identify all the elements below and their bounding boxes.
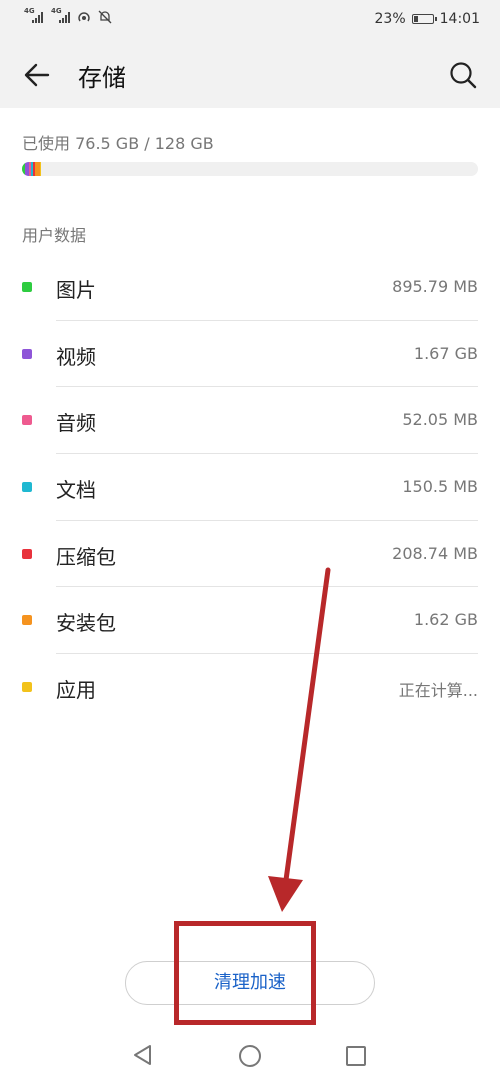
hotspot-icon — [78, 12, 90, 22]
storage-usage-bar — [22, 162, 478, 176]
search-button[interactable] — [446, 58, 480, 92]
nav-recent-icon[interactable] — [346, 1046, 366, 1066]
category-color-dot — [22, 615, 32, 626]
nav-home-icon[interactable] — [239, 1045, 261, 1067]
category-label: 视频 — [56, 344, 96, 369]
section-title-user-data: 用户数据 — [22, 226, 87, 245]
navigation-bar — [0, 1028, 500, 1084]
usage-segment — [39, 162, 42, 176]
category-size: 1.67 GB — [413, 343, 478, 363]
list-item[interactable]: 安装包 1.62 GB — [0, 587, 500, 655]
signal-2-icon: 4G — [51, 7, 70, 23]
arrow-left-icon — [24, 63, 50, 87]
category-color-dot — [22, 282, 32, 292]
list-item[interactable]: 压缩包 208.74 MB — [0, 521, 500, 588]
category-label: 压缩包 — [56, 544, 116, 569]
category-label: 音频 — [56, 411, 96, 436]
search-icon — [450, 62, 477, 89]
status-bar: 4G 4G 23% 14:01 — [0, 0, 500, 40]
signal-1-label: 4G — [24, 7, 35, 15]
battery-icon — [411, 14, 437, 24]
status-icons-right: 23% 14:01 — [375, 11, 480, 27]
clock: 14:01 — [439, 11, 480, 27]
title-bar: 存储 — [0, 40, 500, 108]
list-item[interactable]: 图片 895.79 MB — [0, 254, 500, 321]
list-item[interactable]: 文档 150.5 MB — [0, 454, 500, 521]
category-size: 正在计算... — [398, 681, 478, 701]
category-color-dot — [22, 548, 32, 559]
list-item[interactable]: 应用 正在计算... — [0, 654, 500, 721]
category-size: 52.05 MB — [402, 410, 478, 430]
mute-bell-icon — [98, 10, 112, 24]
category-size: 208.74 MB — [392, 543, 478, 563]
category-color-dot — [22, 348, 32, 359]
nav-back-icon[interactable] — [132, 1044, 154, 1066]
category-label: 图片 — [56, 278, 96, 302]
page-title: 存储 — [78, 64, 126, 92]
category-color-dot — [22, 482, 32, 493]
category-color-dot — [22, 682, 32, 693]
storage-category-list: 图片 895.79 MB 视频 1.67 GB 音频 52.05 MB 文档 150.5 MB… — [0, 254, 500, 721]
list-item[interactable]: 视频 1.67 GB — [0, 321, 500, 388]
category-label: 应用 — [56, 678, 96, 703]
category-color-dot — [22, 415, 32, 426]
category-label: 安装包 — [56, 611, 116, 636]
annotation-highlight-box — [174, 921, 316, 1025]
signal-2-label: 4G — [51, 7, 62, 15]
category-size: 1.62 GB — [413, 610, 478, 630]
category-label: 文档 — [56, 478, 96, 503]
battery-percent: 23% — [374, 11, 406, 27]
storage-used-text: 已使用 76.5 GB / 128 GB — [22, 134, 214, 153]
signal-1-icon: 4G — [24, 7, 43, 23]
list-item[interactable]: 音频 52.05 MB — [0, 387, 500, 455]
category-size: 150.5 MB — [402, 477, 478, 497]
status-icons-left: 4G 4G — [24, 7, 112, 24]
back-button[interactable] — [20, 58, 54, 92]
category-size: 895.79 MB — [392, 277, 478, 296]
